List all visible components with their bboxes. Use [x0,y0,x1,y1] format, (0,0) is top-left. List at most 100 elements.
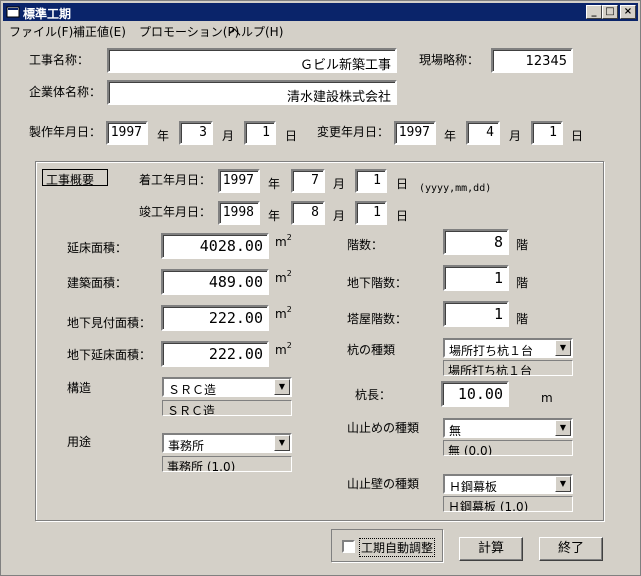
created-date-label: 製作年月日： [29,125,102,139]
start-year-field[interactable]: 1997 [218,169,260,193]
end-day-field[interactable]: 1 [355,201,387,225]
floor-unit: 階 [516,238,529,252]
chevron-down-icon[interactable]: ▼ [555,340,571,356]
pile-type-readout: 場所打ち杭１台 [443,360,573,376]
structure-select[interactable]: ＳＲＣ造 ▼ [162,377,292,397]
retaining-wall-label: 山止壁の種類 [347,477,420,491]
modified-month-field[interactable]: 4 [466,121,500,145]
use-value: 事務所 [168,439,205,453]
site-abbr-label: 現場略称： [419,53,480,67]
underground-floor-area-label: 地下延床面積： [67,348,152,362]
underground-floor-area-field[interactable]: 222.00 [161,341,269,367]
pile-type-value: 場所打ち杭１台 [449,344,534,358]
use-select[interactable]: 事務所 ▼ [162,433,292,453]
created-day-field[interactable]: 1 [244,121,276,145]
menu-correction[interactable]: 補正値(E) [73,23,126,40]
pile-length-label: 杭長： [355,388,392,402]
menu-promotion[interactable]: プロモーション(P) [139,23,239,40]
floors-label: 階数： [347,238,384,252]
structure-value: ＳＲＣ造 [168,383,217,397]
window-title: 標準工期 [23,7,72,21]
exit-button[interactable]: 終了 [539,537,603,561]
end-year-field[interactable]: 1998 [218,201,260,225]
pile-type-select[interactable]: 場所打ち杭１台 ▼ [443,338,573,358]
site-abbr-field[interactable]: 12345 [491,48,573,73]
title-bar: 標準工期 _ □ × [3,3,638,21]
created-year-field[interactable]: 1997 [106,121,148,145]
menu-bar: ファイル(F) 補正値(E) プロモーション(P) ヘルプ(H) [3,21,638,39]
created-month-field[interactable]: 3 [179,121,213,145]
retaining-type-value: 無 [449,424,462,438]
structure-readout: ＳＲＣ造 [162,400,292,416]
year-unit: 年 [268,177,281,191]
basement-floors-field[interactable]: 1 [443,265,509,291]
end-date-label: 竣工年月日： [139,205,212,219]
chevron-down-icon[interactable]: ▼ [555,476,571,492]
retaining-wall-value: Ｈ鋼幕板 [449,480,498,494]
start-month-field[interactable]: 7 [291,169,325,193]
area-unit: m2 [275,233,292,249]
modified-year-field[interactable]: 1997 [394,121,436,145]
area-unit: m2 [275,341,292,357]
company-field[interactable]: 清水建設株式会社 [107,80,397,105]
retaining-wall-select[interactable]: Ｈ鋼幕板 ▼ [443,474,573,494]
penthouse-floors-field[interactable]: 1 [443,301,509,327]
retaining-type-label: 山止めの種類 [347,421,420,435]
project-name-label: 工事名称： [29,53,90,67]
retaining-type-select[interactable]: 無 ▼ [443,418,573,438]
building-area-label: 建築面積： [67,276,128,290]
structure-label: 構造 [67,381,92,395]
modified-date-label: 変更年月日： [317,125,390,139]
use-readout: 事務所 (1.0) [162,456,292,472]
auto-adjust-label[interactable]: 工期自動調整 [359,538,436,557]
modified-day-field[interactable]: 1 [531,121,563,145]
project-name-field[interactable]: Ｇビル新築工事 [107,48,397,73]
retaining-type-readout: 無 (0.0) [443,440,573,456]
maximize-button[interactable]: □ [602,5,618,19]
retaining-wall-readout: Ｈ鋼幕板 (1.0) [443,496,573,512]
penthouse-floors-label: 塔屋階数： [347,312,408,326]
date-format-hint: (yyyy,mm,dd) [419,183,492,194]
minimize-button[interactable]: _ [586,5,602,19]
floors-field[interactable]: 8 [443,229,509,255]
calculate-button[interactable]: 計算 [459,537,523,561]
floor-unit: 階 [516,276,529,290]
underground-visible-area-field[interactable]: 222.00 [161,305,269,331]
pile-length-field[interactable]: 10.00 [441,381,509,407]
start-day-field[interactable]: 1 [355,169,387,193]
month-unit: 月 [509,129,522,143]
day-unit: 日 [285,129,298,143]
chevron-down-icon[interactable]: ▼ [274,435,290,451]
auto-adjust-checkbox[interactable] [342,540,355,553]
day-unit: 日 [396,209,409,223]
pile-length-unit: m [541,391,553,405]
menu-help[interactable]: ヘルプ(H) [229,23,283,40]
floor-unit: 階 [516,312,529,326]
month-unit: 月 [333,209,346,223]
menu-file[interactable]: ファイル(F) [9,23,73,40]
start-date-label: 着工年月日： [139,173,212,187]
overview-caption: 工事概要 [42,169,108,187]
day-unit: 日 [571,129,584,143]
floor-area-field[interactable]: 4028.00 [161,233,269,259]
day-unit: 日 [396,177,409,191]
month-unit: 月 [333,177,346,191]
area-unit: m2 [275,305,292,321]
chevron-down-icon[interactable]: ▼ [555,420,571,436]
month-unit: 月 [222,129,235,143]
basement-floors-label: 地下階数： [347,276,408,290]
underground-visible-area-label: 地下見付面積： [67,316,152,330]
building-area-field[interactable]: 489.00 [161,269,269,295]
main-window: 標準工期 _ □ × ファイル(F) 補正値(E) プロモーション(P) ヘルプ… [0,0,641,576]
year-unit: 年 [268,209,281,223]
auto-adjust-frame: 工期自動調整 [331,529,443,562]
year-unit: 年 [157,129,170,143]
close-button[interactable]: × [620,5,636,19]
chevron-down-icon[interactable]: ▼ [274,379,290,395]
floor-area-label: 延床面積： [67,241,128,255]
area-unit: m2 [275,269,292,285]
end-month-field[interactable]: 8 [291,201,325,225]
company-label: 企業体名称： [29,85,102,99]
year-unit: 年 [444,129,457,143]
use-label: 用途 [67,435,92,449]
